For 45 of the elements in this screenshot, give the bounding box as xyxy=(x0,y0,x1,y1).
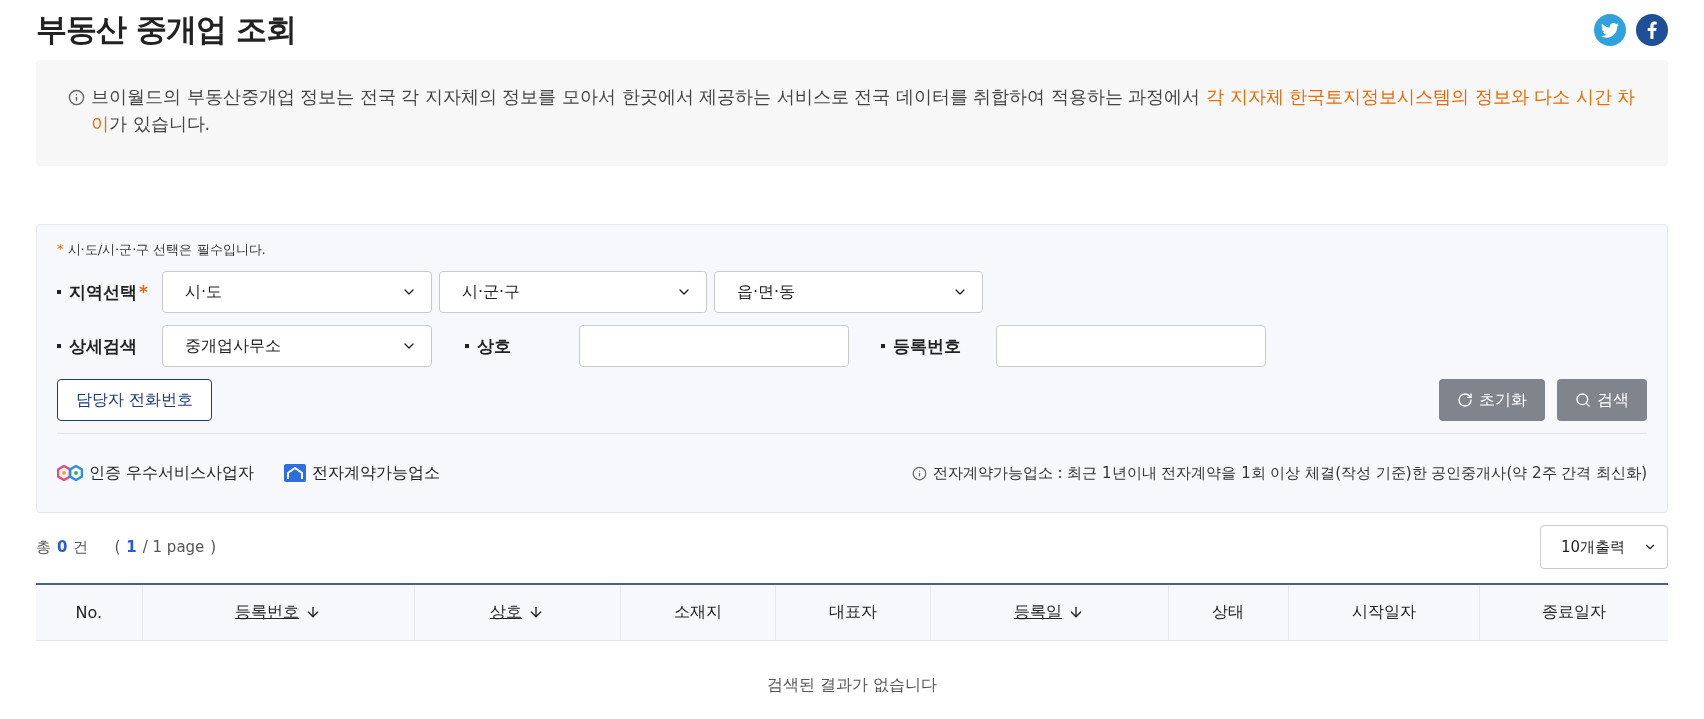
legend-label: 전자계약가능업소 xyxy=(312,462,441,484)
page-total: / 1 page xyxy=(142,537,205,557)
column-header[interactable]: 상호 xyxy=(414,584,620,640)
phone-button[interactable]: 담당자 전화번호 xyxy=(57,379,213,421)
column-header: No. xyxy=(36,584,142,640)
house-icon xyxy=(284,464,307,482)
total-count: 0 xyxy=(57,537,68,557)
current-page: 1 xyxy=(126,537,137,557)
column-header: 상태 xyxy=(1168,584,1288,640)
required-note: * 시·도/시·군·구 선택은 필수입니다. xyxy=(57,241,267,259)
name-label: 상호 xyxy=(465,334,579,358)
region-label: 지역선택* xyxy=(57,280,162,304)
page-title: 부동산 중개업 조회 xyxy=(36,10,296,49)
column-header[interactable]: 등록번호 xyxy=(142,584,414,640)
name-input[interactable] xyxy=(579,325,849,367)
detail-label: 상세검색 xyxy=(57,334,162,358)
region-select[interactable]: 읍·면·동 xyxy=(714,271,983,313)
legend-label: 인증 우수서비스사업자 xyxy=(89,462,255,484)
empty-message: 검색된 결과가 없습니다 xyxy=(36,640,1668,697)
reg-no-label: 등록번호 xyxy=(881,334,996,358)
total-prefix: 총 xyxy=(36,537,51,557)
paren: ( xyxy=(114,537,121,557)
column-header: 소재지 xyxy=(620,584,775,640)
reset-button[interactable]: 초기화 xyxy=(1439,379,1545,421)
search-icon xyxy=(1575,392,1591,408)
legend-note: 전자계약가능업소 : 최근 1년이내 전자계약을 1회 이상 체결(작성 기준)한 공인중개사(약 2주 간격 최신화) xyxy=(932,463,1647,483)
notice-text: 브이월드의 부동산중개업 정보는 전국 각 지자체의 정보를 모아서 한곳에서 제공하는 서비스로 전국 데이터를 취합하여 적용하는 과정에서 각 지자체 한국토지정보시스템의 정보와 다소 시간 차이가 있습니다. xyxy=(91,86,1636,136)
column-header[interactable]: 등록일 xyxy=(930,584,1168,640)
search-button[interactable]: 검색 xyxy=(1557,379,1647,421)
page-size-select[interactable]: 10개출력 xyxy=(1540,525,1668,569)
twitter-icon[interactable] xyxy=(1594,14,1626,46)
info-icon xyxy=(911,465,927,481)
column-header: 종료일자 xyxy=(1479,584,1668,640)
total-suffix: 건 xyxy=(73,537,89,557)
column-header: 시작일자 xyxy=(1288,584,1479,640)
reg-no-input[interactable] xyxy=(996,325,1266,367)
info-icon xyxy=(68,89,85,106)
facebook-icon[interactable] xyxy=(1636,14,1668,46)
hexagon-badge-icon xyxy=(57,465,83,481)
detail-select[interactable]: 중개업사무소 xyxy=(162,325,432,367)
column-header: 대표자 xyxy=(775,584,930,640)
paren: ) xyxy=(210,537,217,557)
region-select[interactable]: 시·도 xyxy=(162,271,432,313)
refresh-icon xyxy=(1457,392,1473,408)
region-select[interactable]: 시·군·구 xyxy=(439,271,707,313)
